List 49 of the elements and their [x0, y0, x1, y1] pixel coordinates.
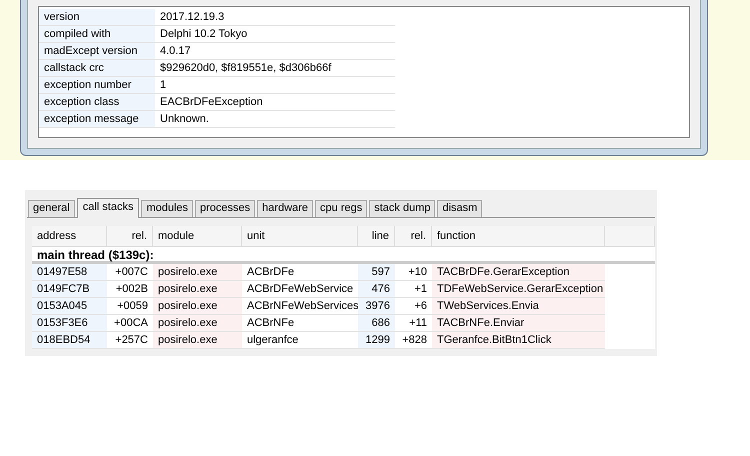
property-value: Unknown.	[159, 112, 210, 127]
table-cell: 476	[358, 281, 395, 298]
tab[interactable]: hardware	[257, 200, 314, 217]
tab[interactable]: stack dump	[369, 200, 436, 217]
table-cell: 018EBD54	[32, 332, 107, 349]
tab[interactable]: disasm	[437, 200, 482, 217]
property-name: callstack crc	[39, 60, 155, 76]
table-cell: 597	[358, 264, 395, 281]
column-header[interactable]: address	[32, 226, 107, 246]
column-header[interactable]: rel.	[395, 226, 432, 246]
property-name: exception number	[39, 77, 155, 93]
table-cell: TDFeWebService.GerarException	[432, 281, 605, 298]
table-cell: posirelo.exe	[153, 264, 242, 281]
property-name: version	[39, 9, 155, 25]
property-value: EACBrDFeException	[159, 95, 264, 110]
tab[interactable]: call stacks	[76, 198, 140, 218]
property-name: exception class	[39, 94, 155, 110]
table-cell: posirelo.exe	[153, 298, 242, 315]
property-name: exception message	[39, 111, 155, 127]
table-cell: TACBrNFe.Enviar	[432, 315, 605, 332]
column-header[interactable]: function	[432, 226, 605, 246]
table-cell: posirelo.exe	[153, 332, 242, 349]
table-cell: 1299	[358, 332, 395, 349]
property-value: Delphi 10.2 Tokyo	[159, 27, 248, 42]
tab[interactable]: cpu regs	[315, 200, 368, 217]
table-cell: 3976	[358, 298, 395, 315]
column-header[interactable]: rel.	[107, 226, 153, 246]
table-cell: 0153F3E6	[32, 315, 107, 332]
table-cell: TGeranfce.BitBtn1Click	[432, 332, 605, 349]
table-cell: posirelo.exe	[153, 281, 242, 298]
tab[interactable]: modules	[141, 200, 194, 217]
property-value: 2017.12.19.3	[159, 10, 226, 25]
property-name: madExcept version	[39, 43, 155, 59]
table-cell: TWebServices.Envia	[432, 298, 605, 315]
property-value: 1	[159, 78, 168, 93]
property-value: $929620d0, $f819551e, $d306b66f	[159, 61, 332, 76]
column-header[interactable]: unit	[242, 226, 358, 246]
tab[interactable]: processes	[195, 200, 256, 217]
column-header[interactable]: line	[358, 226, 395, 246]
property-name: compiled with	[39, 26, 155, 42]
table-cell: 686	[358, 315, 395, 332]
table-cell: TACBrDFe.GerarException	[432, 264, 605, 281]
property-value: 4.0.17	[159, 44, 192, 59]
table-cell: posirelo.exe	[153, 315, 242, 332]
table-cell: 01497E58	[32, 264, 107, 281]
table-cell: 0153A045	[32, 298, 107, 315]
column-header[interactable]: module	[153, 226, 242, 246]
tab[interactable]: general	[28, 200, 75, 217]
table-cell: 0149FC7B	[32, 281, 107, 298]
